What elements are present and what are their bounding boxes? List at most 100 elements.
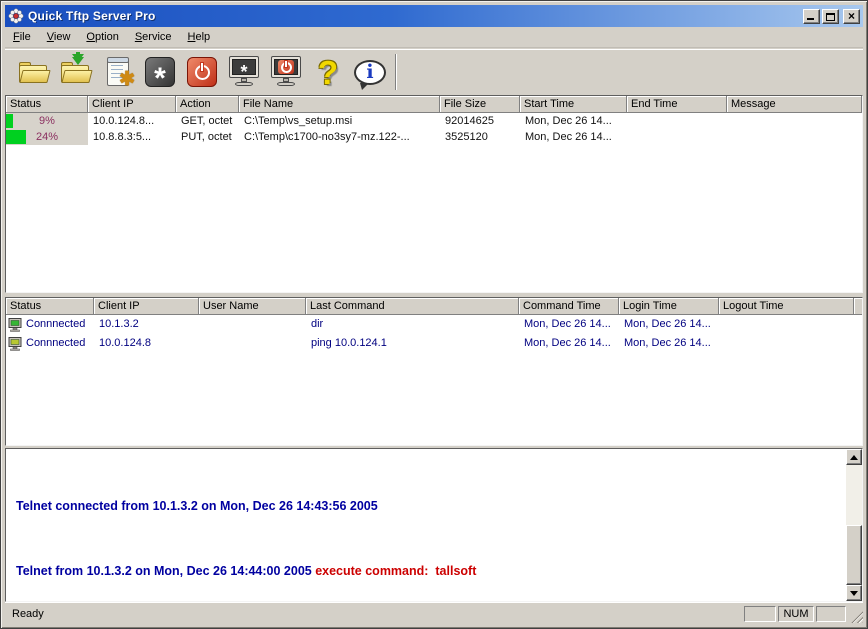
- message-cell: [727, 129, 862, 145]
- col-message[interactable]: Message: [727, 96, 862, 113]
- maximize-button[interactable]: [822, 9, 839, 24]
- resize-grip[interactable]: [850, 610, 863, 623]
- menu-help[interactable]: Help: [180, 28, 219, 47]
- last-command-cell: ping 10.0.124.1: [306, 334, 519, 353]
- log-line: Telnet from 10.1.3.2 on Mon, Dec 26 14:4…: [16, 561, 839, 583]
- col-start-time[interactable]: Start Time: [520, 96, 627, 113]
- toolbar-separator: [395, 54, 397, 90]
- arrow-down-icon: [850, 591, 858, 596]
- action-cell: GET, octet: [176, 113, 239, 129]
- receive-folder-button[interactable]: [55, 52, 97, 92]
- open-folder-icon: [19, 61, 49, 83]
- log-segment: execute command: tallsoft: [315, 564, 476, 578]
- open-folder-button[interactable]: [13, 52, 55, 92]
- scroll-down-button[interactable]: [846, 585, 862, 601]
- file-size-cell: 92014625: [440, 113, 520, 129]
- session-status-cell: Connnected: [6, 315, 94, 334]
- log-panel: Telnet connected from 10.1.3.2 on Mon, D…: [5, 448, 863, 602]
- file-name-cell: C:\Temp\vs_setup.msi: [239, 113, 440, 129]
- table-row[interactable]: 9% 10.0.124.8... GET, octet C:\Temp\vs_s…: [6, 113, 862, 129]
- progress-bar: [6, 130, 26, 144]
- action-cell: PUT, octet: [176, 129, 239, 145]
- log-segment: Telnet from 10.1.3.2 on Mon, Dec 26 14:4…: [16, 564, 315, 578]
- minimize-button[interactable]: [803, 9, 820, 24]
- col-end-time[interactable]: End Time: [627, 96, 727, 113]
- list-item[interactable]: Connnected 10.1.3.2 dir Mon, Dec 26 14..…: [6, 315, 862, 334]
- about-button[interactable]: i: [349, 52, 391, 92]
- col-user-name[interactable]: User Name: [199, 298, 306, 315]
- menu-option[interactable]: Option: [78, 28, 126, 47]
- col-client-ip[interactable]: Client IP: [88, 96, 176, 113]
- filler-cell: [854, 334, 863, 353]
- col-filler: [854, 298, 863, 315]
- log-settings-icon: ✱: [107, 59, 129, 86]
- title-bar[interactable]: Quick Tftp Server Pro ×: [5, 5, 863, 27]
- log-scrollbar[interactable]: [846, 449, 862, 601]
- command-time-cell: Mon, Dec 26 14...: [519, 334, 619, 353]
- table-row[interactable]: 24% 10.8.8.3:5... PUT, octet C:\Temp\c17…: [6, 129, 862, 145]
- file-size-cell: 3525120: [440, 129, 520, 145]
- start-remote-service-button[interactable]: *: [223, 52, 265, 92]
- col-last-command[interactable]: Last Command: [306, 298, 519, 315]
- user-name-cell: [199, 334, 306, 353]
- app-window: Quick Tftp Server Pro × File View Option…: [0, 0, 868, 629]
- session-status: Connnected: [26, 315, 85, 334]
- col-status[interactable]: Status: [6, 96, 88, 113]
- menu-view[interactable]: View: [39, 28, 79, 47]
- app-icon[interactable]: [8, 8, 24, 24]
- transfers-panel: Status Client IP Action File Name File S…: [5, 95, 863, 293]
- status-pane-cap: [744, 606, 776, 622]
- start-remote-service-icon: *: [228, 56, 260, 88]
- client-ip-cell: 10.0.124.8: [94, 334, 199, 353]
- col-status[interactable]: Status: [6, 298, 94, 315]
- client-ip-cell: 10.0.124.8...: [88, 113, 176, 129]
- col-action[interactable]: Action: [176, 96, 239, 113]
- scroll-thumb[interactable]: [846, 525, 862, 585]
- menu-file[interactable]: File: [5, 28, 39, 47]
- stop-service-button[interactable]: [181, 52, 223, 92]
- progress-label: 24%: [36, 131, 58, 143]
- session-status: Connnected: [26, 334, 85, 353]
- start-time-cell: Mon, Dec 26 14...: [520, 129, 627, 145]
- help-icon: ?: [318, 56, 338, 89]
- col-login-time[interactable]: Login Time: [619, 298, 719, 315]
- list-item[interactable]: Connnected 10.0.124.8 ping 10.0.124.1 Mo…: [6, 334, 862, 353]
- user-name-cell: [199, 315, 306, 334]
- file-name-cell: C:\Temp\c1700-no3sy7-mz.122-...: [239, 129, 440, 145]
- menu-bar: File View Option Service Help: [5, 28, 863, 48]
- progress-cell: 9%: [6, 113, 88, 129]
- about-icon: i: [354, 60, 386, 85]
- message-cell: [727, 113, 862, 129]
- start-time-cell: Mon, Dec 26 14...: [520, 113, 627, 129]
- col-client-ip[interactable]: Client IP: [94, 298, 199, 315]
- receive-folder-icon: [61, 61, 91, 83]
- menu-service[interactable]: Service: [127, 28, 180, 47]
- col-command-time[interactable]: Command Time: [519, 298, 619, 315]
- start-service-button[interactable]: *: [139, 52, 181, 92]
- start-service-icon: *: [145, 57, 175, 87]
- logout-time-cell: [719, 334, 854, 353]
- status-message: Ready: [5, 608, 744, 620]
- status-bar: Ready NUM: [5, 602, 863, 624]
- last-command-cell: dir: [306, 315, 519, 334]
- col-file-name[interactable]: File Name: [239, 96, 440, 113]
- end-time-cell: [627, 113, 727, 129]
- log-settings-button[interactable]: ✱: [97, 52, 139, 92]
- stop-remote-service-icon: [270, 56, 302, 88]
- logout-time-cell: [719, 315, 854, 334]
- help-button[interactable]: ?: [307, 52, 349, 92]
- end-time-cell: [627, 129, 727, 145]
- client-ip-cell: 10.8.8.3:5...: [88, 129, 176, 145]
- status-pane-num: NUM: [778, 606, 814, 622]
- col-logout-time[interactable]: Logout Time: [719, 298, 854, 315]
- command-time-cell: Mon, Dec 26 14...: [519, 315, 619, 334]
- stop-remote-service-button[interactable]: [265, 52, 307, 92]
- progress-label: 9%: [39, 115, 55, 127]
- col-file-size[interactable]: File Size: [440, 96, 520, 113]
- sessions-panel: Status Client IP User Name Last Command …: [5, 297, 863, 446]
- log-line: Telnet connected from 10.1.3.2 on Mon, D…: [16, 496, 839, 518]
- progress-bar: [6, 114, 13, 128]
- scroll-up-button[interactable]: [846, 449, 862, 465]
- close-button[interactable]: ×: [843, 9, 860, 24]
- filler-cell: [854, 315, 863, 334]
